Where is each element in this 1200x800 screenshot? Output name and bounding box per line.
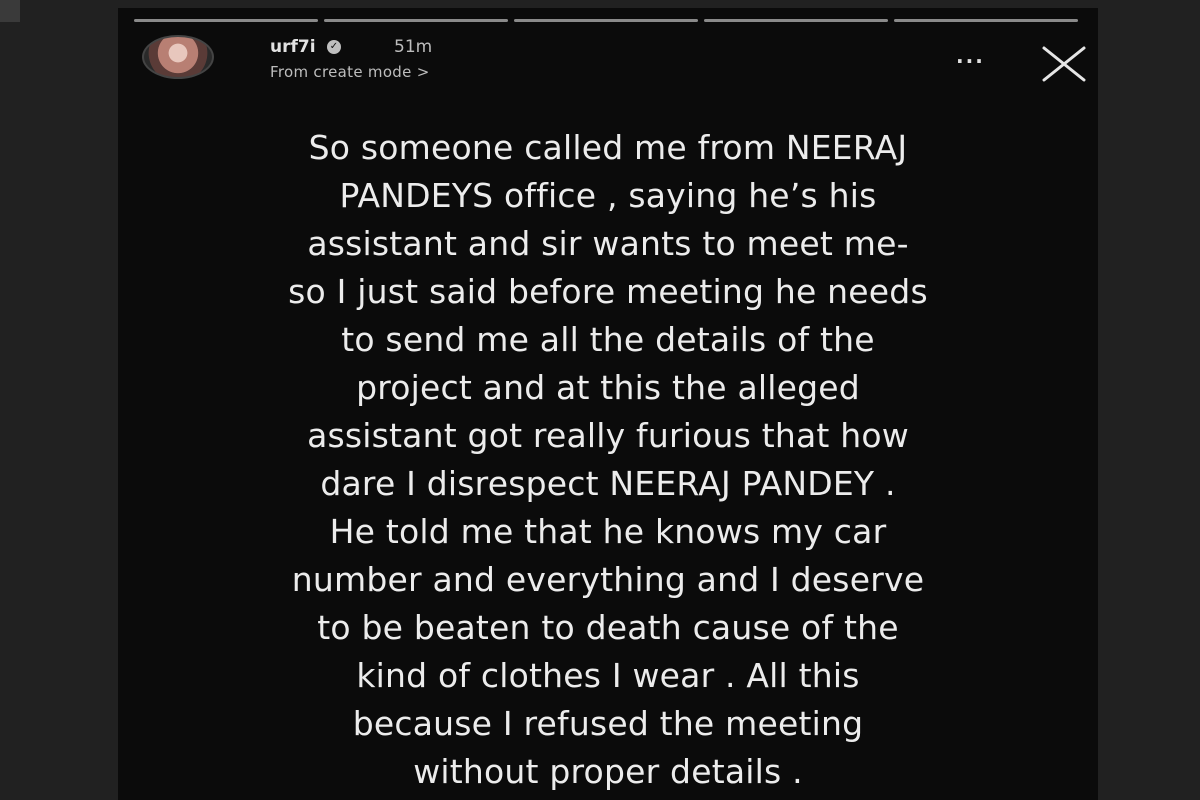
- corner-chip: [0, 0, 20, 22]
- story-viewer: urf7i ✓ 51m From create mode > ... So so…: [118, 8, 1098, 800]
- story-text-line: So someone called me from NEERAJ: [308, 128, 908, 167]
- post-time: 51m: [394, 37, 433, 57]
- progress-segment: [704, 19, 888, 22]
- story-text-line: to send me all the details of the: [341, 320, 875, 359]
- create-mode-link[interactable]: From create mode >: [270, 63, 430, 81]
- verified-badge-icon: ✓: [327, 40, 341, 54]
- story-text-line: PANDEYS office , saying he’s his: [339, 176, 877, 215]
- username[interactable]: urf7i: [270, 37, 316, 57]
- story-header: urf7i ✓ 51m From create mode > ...: [142, 34, 1086, 84]
- story-progress-bar: [134, 19, 1078, 22]
- progress-segment: [134, 19, 318, 22]
- progress-segment: [324, 19, 508, 22]
- story-text-line: without proper details .: [413, 752, 803, 791]
- story-text-line: so I just said before meeting he needs: [288, 272, 928, 311]
- story-text-line: kind of clothes I wear . All this: [356, 656, 860, 695]
- story-text-line: because I refused the meeting: [352, 704, 864, 743]
- progress-segment: [514, 19, 698, 22]
- story-text-line: project and at this the alleged: [356, 368, 860, 407]
- story-text-line: assistant got really furious that how: [307, 416, 909, 455]
- avatar[interactable]: [142, 35, 214, 79]
- close-icon[interactable]: [1040, 44, 1088, 84]
- story-text-line: to be beaten to death cause of the: [317, 608, 899, 647]
- more-options-icon[interactable]: ...: [956, 44, 985, 68]
- story-text-line: assistant and sir wants to meet me-: [307, 224, 909, 263]
- story-text: So someone called me from NEERAJ PANDEYS…: [158, 124, 1058, 796]
- story-text-line: dare I disrespect NEERAJ PANDEY .: [320, 464, 896, 503]
- story-text-line: number and everything and I deserve: [291, 560, 925, 599]
- story-text-line: He told me that he knows my car: [329, 512, 887, 551]
- progress-segment: [894, 19, 1078, 22]
